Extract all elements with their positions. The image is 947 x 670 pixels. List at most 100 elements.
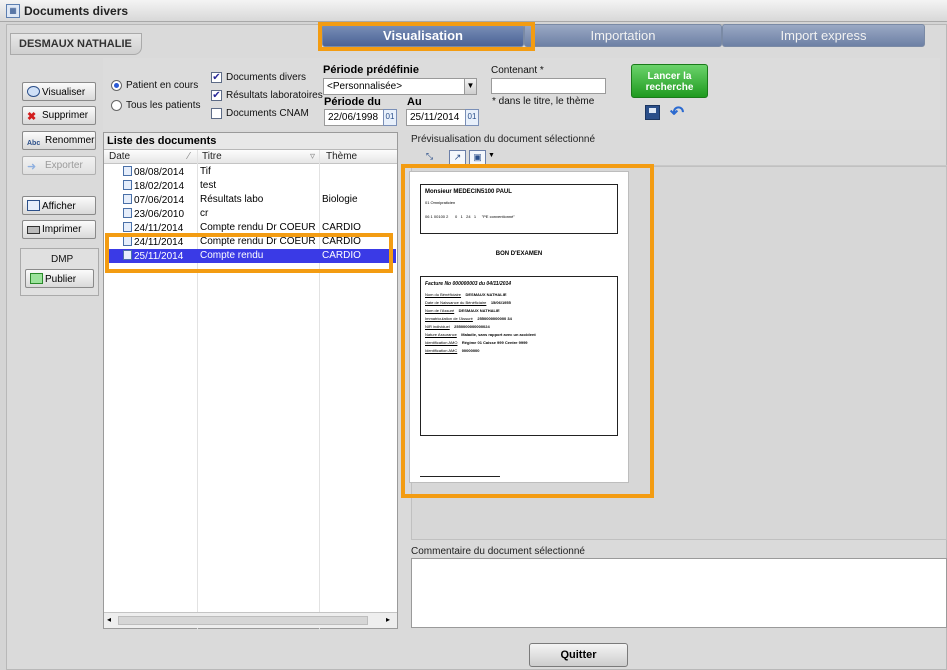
documents-cnam-label: Documents CNAM: [226, 108, 309, 119]
doc-header: Monsieur MEDECIN5100 PAUL: [425, 189, 512, 195]
resultats-label: Résultats laboratoires: [226, 90, 323, 101]
documents-divers-checkbox[interactable]: ✔: [211, 72, 222, 83]
scroll-right-icon[interactable]: ▸: [386, 615, 390, 624]
preview-label: Prévisualisation du document sélectionné: [411, 134, 595, 145]
contenant-hint: * dans le titre, le thème: [492, 96, 595, 107]
patient-en-cours-radio[interactable]: [111, 80, 122, 91]
save-icon[interactable]: [645, 105, 660, 120]
col-date[interactable]: Date: [109, 151, 130, 162]
quitter-button[interactable]: Quitter: [529, 643, 628, 667]
comment-textarea[interactable]: [411, 558, 947, 628]
row-date: 08/08/2014: [123, 166, 184, 178]
row-date: 24/11/2014: [123, 222, 183, 234]
list-title: Liste des documents: [104, 133, 397, 150]
doc-facture: Facture No 000000003 du 04/11/2014: [425, 281, 512, 287]
documents-divers-label: Documents divers: [226, 72, 307, 83]
tous-les-patients-radio[interactable]: [111, 100, 122, 111]
documents-cnam-checkbox[interactable]: [211, 108, 222, 119]
contenant-label: Contenant *: [491, 65, 544, 76]
lancer-line2: recherche: [645, 82, 694, 93]
expand-icon[interactable]: ↗: [449, 150, 466, 165]
scroll-left-icon[interactable]: ◂: [107, 615, 111, 624]
filter-icon: ▿: [310, 151, 316, 162]
row-titre: Compte rendu: [200, 250, 264, 261]
undo-icon[interactable]: ↶: [670, 103, 684, 123]
comment-label: Commentaire du document sélectionné: [411, 546, 585, 557]
window-title: Documents divers: [24, 4, 129, 18]
table-row[interactable]: 23/06/2010 cr: [105, 207, 396, 221]
row-date: 24/11/2014: [123, 236, 183, 248]
row-date: 23/06/2010: [123, 208, 184, 220]
table-row[interactable]: 07/06/2014 Résultats labo Biologie: [105, 193, 396, 207]
scanner-document-icon: [123, 180, 132, 190]
supprimer-button[interactable]: ✖ Supprimer: [22, 106, 96, 125]
afficher-button[interactable]: Afficher: [22, 196, 96, 215]
document-icon: [123, 208, 132, 218]
exporter-label: Exporter: [45, 160, 83, 171]
doc-title: BON D'EXAMEN: [495, 251, 543, 257]
lancer-recherche-button[interactable]: Lancer la recherche: [631, 64, 708, 98]
calendar-icon[interactable]: 01: [465, 109, 479, 126]
table-row[interactable]: 24/11/2014 Compte rendu Dr COEUR CARDIO: [105, 235, 396, 249]
document-icon: [123, 194, 132, 204]
afficher-label: Afficher: [42, 201, 76, 212]
publier-button[interactable]: Publier: [25, 269, 94, 288]
table-row-selected[interactable]: 25/11/2014 Compte rendu CARDIO: [105, 249, 396, 263]
renommer-button[interactable]: Abc Renommer: [22, 131, 96, 150]
chevron-down-icon[interactable]: ▼: [464, 79, 476, 94]
row-titre: cr: [200, 208, 209, 219]
horizontal-scrollbar[interactable]: ◂ ▸: [104, 612, 397, 628]
row-date: 25/11/2014: [123, 250, 183, 262]
table-row[interactable]: 24/11/2014 Compte rendu Dr COEUR CARDIO: [105, 221, 396, 235]
tab-importation[interactable]: Importation: [524, 24, 722, 47]
eye-icon: [27, 86, 40, 97]
calendar-icon[interactable]: 01: [383, 109, 397, 126]
exporter-button[interactable]: ➜ Exporter: [22, 156, 96, 175]
row-titre: test: [200, 180, 217, 191]
scrollbar-thumb[interactable]: [118, 616, 368, 625]
row-theme: CARDIO: [322, 250, 361, 261]
preview-toolbar: ⤡ ↗ ▣ ▼: [411, 148, 947, 166]
contenant-input[interactable]: [491, 78, 606, 94]
dmp-group: DMP Publier: [20, 248, 99, 296]
scanner-document-icon: [123, 236, 132, 246]
visualiser-button[interactable]: Visualiser: [22, 82, 96, 101]
rename-icon: Abc: [27, 140, 41, 147]
col-theme[interactable]: Thème: [326, 151, 357, 162]
pin-icon[interactable]: ⤡: [421, 150, 438, 165]
tab-import-express[interactable]: Import express: [722, 24, 925, 47]
lancer-line1: Lancer la: [647, 71, 692, 82]
document-icon: [123, 166, 132, 176]
list-column-headers: Date ⁄ Titre ▿ Thème: [104, 150, 397, 164]
doc-header-box: Monsieur MEDECIN5100 PAUL 01 Omnipratici…: [420, 184, 618, 234]
table-row[interactable]: 08/08/2014 Tif: [105, 165, 396, 179]
dmp-label: DMP: [51, 254, 74, 265]
periode-predefinie-value: <Personnalisée>: [327, 81, 403, 92]
imprimer-button[interactable]: Imprimer: [22, 220, 96, 239]
sort-icon: ⁄: [188, 151, 190, 162]
row-titre: Tif: [200, 166, 211, 177]
resultats-checkbox[interactable]: ✔: [211, 90, 222, 101]
doc-body-box: Facture No 000000003 du 04/11/2014 Nom d…: [420, 276, 618, 436]
tous-les-patients-label: Tous les patients: [126, 100, 201, 111]
periode-predefinie-select[interactable]: <Personnalisée> ▼: [323, 78, 477, 95]
imprimer-label: Imprimer: [42, 224, 82, 235]
app-icon: ▦: [6, 4, 20, 18]
periode-predefinie-label: Période prédéfinie: [323, 64, 419, 76]
doc-footer-line: [420, 476, 500, 477]
patient-en-cours-label: Patient en cours: [126, 80, 199, 91]
col-titre[interactable]: Titre: [202, 151, 222, 162]
renommer-label: Renommer: [45, 135, 95, 146]
scanner-document-icon: [123, 222, 132, 232]
window-titlebar: ▦ Documents divers: [0, 0, 947, 22]
row-titre: Compte rendu Dr COEUR: [200, 236, 316, 247]
dropdown-arrow-icon[interactable]: ▼: [488, 152, 495, 159]
table-row[interactable]: 18/02/2014 test: [105, 179, 396, 193]
document-list-panel: Liste des documents Date ⁄ Titre ▿ Thème…: [103, 132, 398, 630]
tab-visualisation[interactable]: Visualisation: [322, 24, 524, 47]
row-titre: Compte rendu Dr COEUR: [200, 222, 316, 233]
zoom-icon[interactable]: ▣: [469, 150, 486, 165]
row-date: 07/06/2014: [123, 194, 184, 206]
au-label: Au: [407, 96, 422, 108]
row-theme: CARDIO: [322, 236, 361, 247]
